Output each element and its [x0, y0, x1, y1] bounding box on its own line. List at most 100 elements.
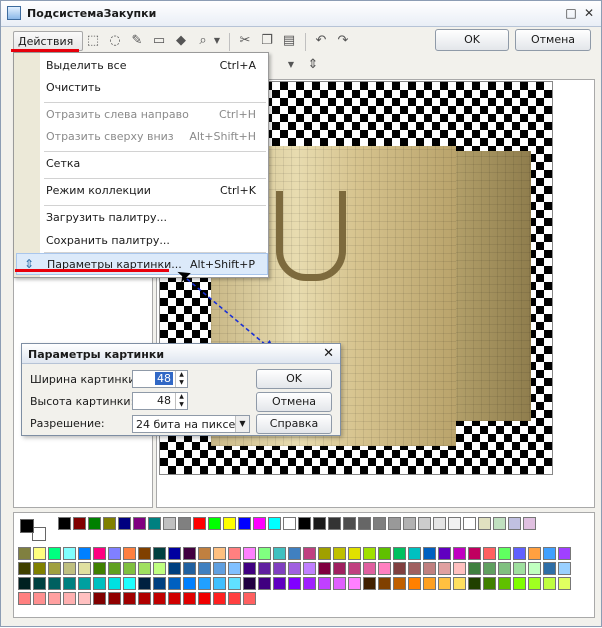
color-swatch[interactable]	[168, 562, 181, 575]
color-swatch[interactable]	[58, 517, 71, 530]
height-stepper[interactable]: 48 ▲ ▼	[132, 392, 188, 410]
color-swatch[interactable]	[393, 577, 406, 590]
cut-icon[interactable]: ✂	[237, 33, 253, 49]
color-swatch[interactable]	[243, 592, 256, 605]
color-swatch[interactable]	[138, 577, 151, 590]
fg-bg-colors[interactable]	[18, 517, 54, 543]
color-swatch[interactable]	[213, 577, 226, 590]
color-swatch[interactable]	[138, 562, 151, 575]
color-swatch[interactable]	[258, 562, 271, 575]
pencil-icon[interactable]: ✎	[129, 33, 145, 49]
eraser-icon[interactable]: ▭	[151, 33, 167, 49]
color-swatch[interactable]	[93, 577, 106, 590]
color-swatch[interactable]	[348, 577, 361, 590]
color-swatch[interactable]	[318, 547, 331, 560]
color-swatch[interactable]	[178, 517, 191, 530]
lasso-icon[interactable]: ◌	[107, 33, 123, 49]
color-swatch[interactable]	[493, 517, 506, 530]
color-swatch[interactable]	[513, 577, 526, 590]
color-swatch[interactable]	[408, 547, 421, 560]
color-swatch[interactable]	[288, 547, 301, 560]
color-swatch[interactable]	[133, 517, 146, 530]
color-swatch[interactable]	[438, 547, 451, 560]
color-swatch[interactable]	[498, 562, 511, 575]
color-swatch[interactable]	[213, 547, 226, 560]
color-swatch[interactable]	[228, 562, 241, 575]
maximize-icon[interactable]: □	[563, 6, 579, 20]
color-swatch[interactable]	[168, 592, 181, 605]
color-swatch[interactable]	[513, 562, 526, 575]
color-swatch[interactable]	[363, 547, 376, 560]
color-swatch[interactable]	[33, 547, 46, 560]
color-swatch[interactable]	[483, 562, 496, 575]
color-swatch[interactable]	[258, 577, 271, 590]
color-swatch[interactable]	[463, 517, 476, 530]
color-swatch[interactable]	[468, 577, 481, 590]
dialog-cancel-button[interactable]: Отмена	[256, 392, 332, 412]
color-swatch[interactable]	[453, 577, 466, 590]
color-swatch[interactable]	[348, 547, 361, 560]
color-swatch[interactable]	[528, 562, 541, 575]
color-swatch[interactable]	[153, 562, 166, 575]
color-swatch[interactable]	[168, 577, 181, 590]
color-swatch[interactable]	[33, 577, 46, 590]
color-swatch[interactable]	[168, 547, 181, 560]
height-value[interactable]: 48	[155, 394, 173, 407]
color-swatch[interactable]	[408, 562, 421, 575]
color-swatch[interactable]	[403, 517, 416, 530]
color-swatch[interactable]	[153, 547, 166, 560]
width-value[interactable]: 48	[155, 372, 173, 385]
color-swatch[interactable]	[303, 547, 316, 560]
color-swatch[interactable]	[93, 592, 106, 605]
color-swatch[interactable]	[153, 577, 166, 590]
color-swatch[interactable]	[228, 592, 241, 605]
color-swatch[interactable]	[163, 517, 176, 530]
color-swatch[interactable]	[223, 517, 236, 530]
color-swatch[interactable]	[523, 517, 536, 530]
color-swatch[interactable]	[268, 517, 281, 530]
color-swatch[interactable]	[33, 592, 46, 605]
color-swatch[interactable]	[498, 547, 511, 560]
color-swatch[interactable]	[78, 562, 91, 575]
rect-select-icon[interactable]: ⬚	[85, 33, 101, 49]
color-swatch[interactable]	[118, 517, 131, 530]
menu-item-load-palette[interactable]: Загрузить палитру...	[40, 207, 268, 229]
color-swatch[interactable]	[138, 547, 151, 560]
color-swatch[interactable]	[273, 547, 286, 560]
color-swatch[interactable]	[388, 517, 401, 530]
color-swatch[interactable]	[283, 517, 296, 530]
color-swatch[interactable]	[423, 577, 436, 590]
color-swatch[interactable]	[508, 517, 521, 530]
color-swatch[interactable]	[258, 547, 271, 560]
color-swatch[interactable]	[528, 547, 541, 560]
color-swatch[interactable]	[48, 562, 61, 575]
color-swatch[interactable]	[418, 517, 431, 530]
color-swatch[interactable]	[558, 577, 571, 590]
color-swatch[interactable]	[63, 592, 76, 605]
color-swatch[interactable]	[408, 577, 421, 590]
color-swatch[interactable]	[513, 547, 526, 560]
color-swatch[interactable]	[123, 577, 136, 590]
color-swatch[interactable]	[528, 577, 541, 590]
color-swatch[interactable]	[208, 517, 221, 530]
color-swatch[interactable]	[468, 547, 481, 560]
color-swatch[interactable]	[543, 577, 556, 590]
background-color-swatch[interactable]	[32, 527, 46, 541]
color-swatch[interactable]	[18, 577, 31, 590]
color-swatch[interactable]	[78, 547, 91, 560]
color-swatch[interactable]	[448, 517, 461, 530]
color-swatch[interactable]	[78, 592, 91, 605]
color-swatch[interactable]	[318, 577, 331, 590]
menu-item-collection-mode[interactable]: Режим коллекции Ctrl+K	[40, 180, 268, 202]
color-swatch[interactable]	[423, 562, 436, 575]
color-swatch[interactable]	[373, 517, 386, 530]
cancel-button[interactable]: Отмена	[515, 29, 591, 51]
color-swatch[interactable]	[183, 562, 196, 575]
redo-icon[interactable]: ↷	[335, 33, 351, 49]
color-swatch[interactable]	[108, 562, 121, 575]
color-swatch[interactable]	[543, 562, 556, 575]
color-swatch[interactable]	[63, 577, 76, 590]
color-swatch[interactable]	[543, 547, 556, 560]
color-swatch[interactable]	[273, 577, 286, 590]
color-swatch[interactable]	[348, 562, 361, 575]
